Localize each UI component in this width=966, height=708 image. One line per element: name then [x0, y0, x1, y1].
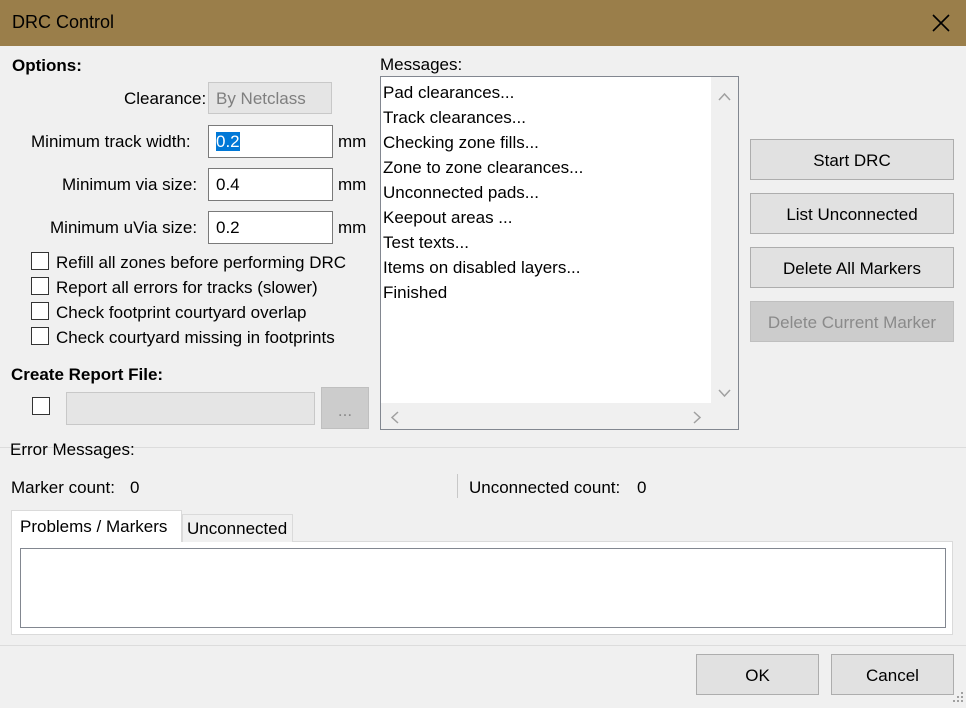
tab-unconnected[interactable]: Unconnected: [182, 514, 293, 542]
title-bar: [0, 0, 966, 46]
close-icon: [932, 14, 950, 32]
min-uvia-size-label: Minimum uVia size:: [50, 218, 198, 237]
marker-count-value: 0: [130, 478, 140, 497]
start-drc-button[interactable]: Start DRC: [750, 139, 954, 180]
min-uvia-size-unit: mm: [338, 218, 367, 237]
message-line: Keepout areas ...: [383, 208, 513, 227]
cancel-button[interactable]: Cancel: [831, 654, 954, 695]
clearance-label: Clearance:: [124, 89, 207, 108]
scrollbar-corner: [711, 403, 738, 429]
report-all-errors-label[interactable]: Report all errors for tracks (slower): [56, 278, 318, 298]
messages-vertical-scrollbar[interactable]: [711, 77, 738, 403]
message-line: Checking zone fills...: [383, 133, 539, 152]
ok-button[interactable]: OK: [696, 654, 819, 695]
courtyard-missing-label[interactable]: Check courtyard missing in footprints: [56, 328, 335, 348]
courtyard-overlap-label[interactable]: Check footprint courtyard overlap: [56, 303, 306, 323]
chevron-down-icon[interactable]: [718, 383, 731, 403]
unconnected-count-value: 0: [637, 478, 647, 497]
min-track-width-unit: mm: [338, 132, 367, 151]
courtyard-overlap-checkbox[interactable]: [31, 302, 49, 320]
message-line: Track clearances...: [383, 108, 526, 127]
clearance-field: By Netclass: [208, 82, 332, 114]
markers-list[interactable]: [20, 548, 946, 628]
message-line: Unconnected pads...: [383, 183, 539, 202]
tab-unconnected-label: Unconnected: [187, 519, 288, 538]
delete-current-marker-button: Delete Current Marker: [750, 301, 954, 342]
messages-box[interactable]: [380, 76, 739, 430]
options-heading: Options:: [12, 56, 82, 75]
marker-count-label: Marker count:: [11, 478, 115, 497]
list-unconnected-button[interactable]: List Unconnected: [750, 193, 954, 234]
browse-button: ...: [321, 387, 369, 429]
resize-grip-icon[interactable]: [952, 688, 964, 708]
report-file-checkbox[interactable]: [32, 397, 50, 415]
chevron-up-icon[interactable]: [718, 86, 731, 106]
refill-zones-checkbox[interactable]: [31, 252, 49, 270]
messages-horizontal-scrollbar[interactable]: [381, 403, 738, 429]
section-divider: [0, 447, 966, 448]
min-via-size-unit: mm: [338, 175, 367, 194]
unconnected-count-label: Unconnected count:: [469, 478, 621, 497]
messages-label: Messages:: [380, 55, 463, 74]
close-button[interactable]: [926, 8, 956, 38]
message-line: Finished: [383, 283, 448, 302]
count-divider: [457, 474, 458, 498]
min-track-width-value: 0.2: [216, 132, 240, 151]
window-title: DRC Control: [12, 12, 115, 32]
message-line: Test texts...: [383, 233, 469, 252]
min-track-width-label: Minimum track width:: [31, 132, 191, 151]
chevron-left-icon[interactable]: [390, 409, 399, 429]
tab-problems-markers[interactable]: Problems / Markers: [11, 510, 182, 542]
message-line: Pad clearances...: [383, 83, 515, 102]
message-line: Zone to zone clearances...: [383, 158, 584, 177]
tab-problems-markers-label: Problems / Markers: [20, 517, 168, 536]
error-messages-label: Error Messages:: [10, 440, 135, 459]
min-via-size-label: Minimum via size:: [62, 175, 198, 194]
footer-divider: [0, 645, 966, 646]
min-uvia-size-field[interactable]: 0.2: [208, 211, 333, 244]
min-via-size-field[interactable]: 0.4: [208, 168, 333, 201]
report-file-heading: Create Report File:: [11, 365, 164, 384]
delete-all-markers-button[interactable]: Delete All Markers: [750, 247, 954, 288]
courtyard-missing-checkbox[interactable]: [31, 327, 49, 345]
report-all-errors-checkbox[interactable]: [31, 277, 49, 295]
min-track-width-field[interactable]: 0.2: [208, 125, 333, 158]
chevron-right-icon[interactable]: [693, 409, 702, 429]
report-file-path: [66, 392, 315, 425]
message-line: Items on disabled layers...: [383, 258, 581, 277]
refill-zones-label[interactable]: Refill all zones before performing DRC: [56, 253, 346, 273]
